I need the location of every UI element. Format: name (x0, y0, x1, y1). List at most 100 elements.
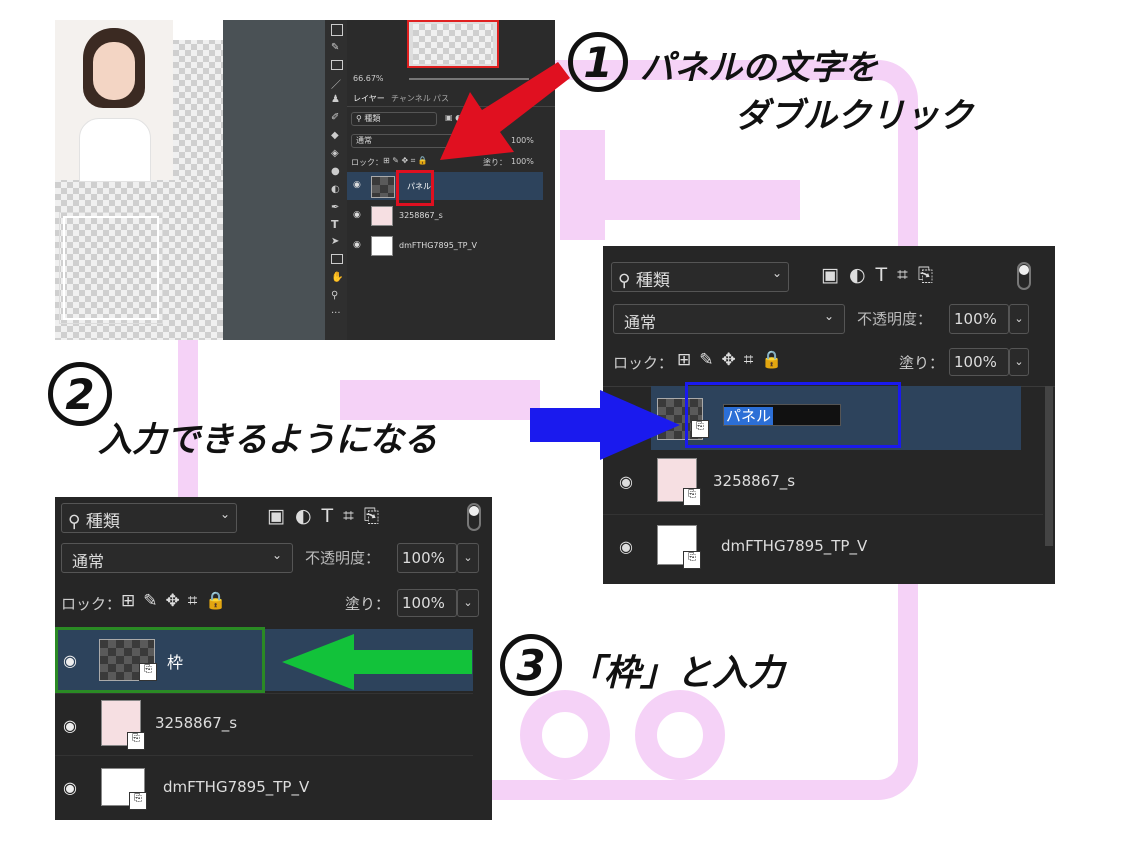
pasteboard (223, 20, 325, 340)
opacity-label: 不透明度： (305, 549, 381, 567)
zoom-level: 66.67% (353, 74, 384, 83)
step1-number: 1 (568, 32, 628, 92)
blue-arrow (530, 390, 680, 460)
opacity-value[interactable]: 100% (949, 304, 1009, 334)
bucket-tool-icon[interactable]: ◈ (331, 148, 339, 159)
step2-text: 入力できるようになる (98, 420, 438, 460)
watermark-stroke (560, 180, 800, 220)
lock-icons: ⊞ ✎ ✥ ⌗ 🔒 (383, 156, 428, 165)
layer-kind-filter[interactable]: ⚲ 種類 ⌄ (61, 503, 237, 533)
blend-mode-value: 通常 (624, 313, 657, 332)
lock-icons: ⊞✎✥⌗🔒 (121, 591, 235, 611)
eyedropper-tool-icon[interactable]: ✎ (331, 42, 339, 53)
fill-value[interactable]: 100% (397, 589, 457, 617)
shape-tool-icon[interactable] (331, 254, 343, 264)
red-arrow (440, 62, 570, 160)
fill-dropdown[interactable]: ⌄ (457, 589, 479, 617)
eye-icon[interactable]: ◉ (63, 778, 77, 797)
opacity-dropdown[interactable]: ⌄ (457, 543, 479, 573)
path-select-icon[interactable]: ➤ (331, 236, 339, 247)
lock-label: ロック： (61, 595, 122, 613)
canvas-transparent-area (173, 20, 223, 180)
kind-label: 種類 (85, 512, 120, 532)
eye-icon[interactable]: ◉ (619, 472, 633, 491)
more-tools-icon[interactable]: ··· (331, 308, 341, 319)
scrollbar[interactable] (1045, 386, 1053, 546)
frame-ornament (59, 212, 163, 324)
step1-line2: ダブルクリック (735, 96, 973, 136)
eye-icon[interactable]: ◉ (353, 210, 361, 220)
layer-name[interactable]: dmFTHG7895_TP_V (721, 537, 867, 555)
layer-name[interactable]: 3258867_s (155, 714, 237, 732)
layer-row[interactable]: ◉ dmFTHG7895_TP_V (347, 232, 543, 260)
layer-row[interactable]: ◉ ⎘ dmFTHG7895_TP_V (603, 514, 1043, 579)
smart-object-badge: ⎘ (129, 792, 147, 810)
type-tool-icon[interactable]: T (331, 218, 339, 231)
layer-kind-filter[interactable]: ⚲ 種類 ⌄ (611, 262, 789, 292)
blue-highlight-box (685, 382, 901, 448)
dodge-tool-icon[interactable]: ◐ (331, 184, 340, 195)
smart-object-badge: ⎘ (683, 551, 701, 569)
fill-label: 塗り： (899, 354, 945, 372)
layer-row[interactable]: ◉ 3258867_s (347, 202, 543, 230)
layer-thumbnail (371, 176, 395, 198)
opacity-value[interactable]: 100% (397, 543, 457, 573)
watermark-circle (635, 690, 725, 780)
lock-label: ロック： (613, 354, 674, 372)
tools-bar: ✎ ／ ♟ ✐ ◆ ◈ ● ◐ ✒ T ➤ ✋ ⚲ ··· (325, 20, 347, 340)
layer-thumbnail (371, 236, 393, 256)
blend-mode-select[interactable]: 通常 ⌄ (61, 543, 293, 573)
opacity-label: 不透明度： (857, 310, 933, 328)
layer-thumbnail (371, 206, 393, 226)
opacity-dropdown[interactable]: ⌄ (1009, 304, 1029, 334)
stamp-tool-icon[interactable]: ♟ (331, 94, 340, 105)
pen-tool-icon[interactable]: ✒ (331, 202, 339, 213)
layer-name[interactable]: 3258867_s (713, 472, 795, 490)
layer-name[interactable]: dmFTHG7895_TP_V (163, 778, 309, 796)
tab-layers[interactable]: レイヤー (353, 93, 385, 104)
filter-icons: ▣◐T⌗⎘ (267, 505, 390, 527)
eye-icon[interactable]: ◉ (63, 716, 77, 735)
portrait-photo (55, 20, 173, 182)
layer-row[interactable]: ◉ パネル (347, 172, 543, 200)
step1-line1: パネルの文字を (640, 48, 878, 88)
watermark-circle (520, 690, 610, 780)
zoom-tool-icon[interactable]: ⚲ (331, 290, 338, 301)
toggle-filter-icon[interactable] (1017, 262, 1031, 290)
brush-tool-icon[interactable]: ／ (331, 76, 341, 91)
kind-label: 種類 (635, 271, 670, 291)
layer-row[interactable]: ◉ ⎘ 3258867_s (55, 693, 473, 756)
canvas-white-area (173, 20, 223, 40)
green-highlight-box (55, 627, 265, 693)
blend-mode-select[interactable]: 通常 ⌄ (613, 304, 845, 334)
toggle-filter-icon[interactable] (467, 503, 481, 531)
fill-label: 塗り： (345, 595, 391, 613)
layer-name[interactable]: dmFTHG7895_TP_V (399, 241, 477, 250)
kind-label: 種類 (364, 114, 381, 123)
tab-channels[interactable]: チャンネル (391, 93, 431, 104)
blend-mode-value: 通常 (356, 136, 372, 145)
smart-object-badge: ⎘ (683, 488, 701, 506)
smart-object-badge: ⎘ (127, 732, 145, 750)
green-arrow (282, 634, 472, 690)
layer-row[interactable]: ◉ ⎘ dmFTHG7895_TP_V (55, 755, 473, 818)
eye-icon[interactable]: ◉ (353, 240, 361, 250)
frame-tool-icon[interactable] (331, 60, 343, 70)
marquee-tool-icon[interactable] (331, 24, 343, 36)
blend-mode-value: 通常 (72, 552, 105, 571)
lock-label: ロック： (351, 158, 383, 167)
blur-tool-icon[interactable]: ● (331, 166, 340, 177)
eraser-tool-icon[interactable]: ◆ (331, 130, 339, 141)
fill-dropdown[interactable]: ⌄ (1009, 348, 1029, 376)
eye-icon[interactable]: ◉ (619, 537, 633, 556)
step3-text: 「枠」と入力 (568, 653, 785, 694)
step3-number: 3 (500, 634, 562, 696)
history-brush-icon[interactable]: ✐ (331, 112, 339, 123)
eye-icon[interactable]: ◉ (353, 180, 361, 190)
layer-name[interactable]: 3258867_s (399, 211, 443, 220)
filter-icons: ▣◐T⌗⎘ (821, 264, 944, 286)
fill-value[interactable]: 100% (949, 348, 1009, 376)
hand-tool-icon[interactable]: ✋ (331, 272, 343, 283)
red-highlight-box (396, 170, 434, 206)
layer-kind-filter[interactable]: ⚲ 種類 (351, 112, 437, 126)
